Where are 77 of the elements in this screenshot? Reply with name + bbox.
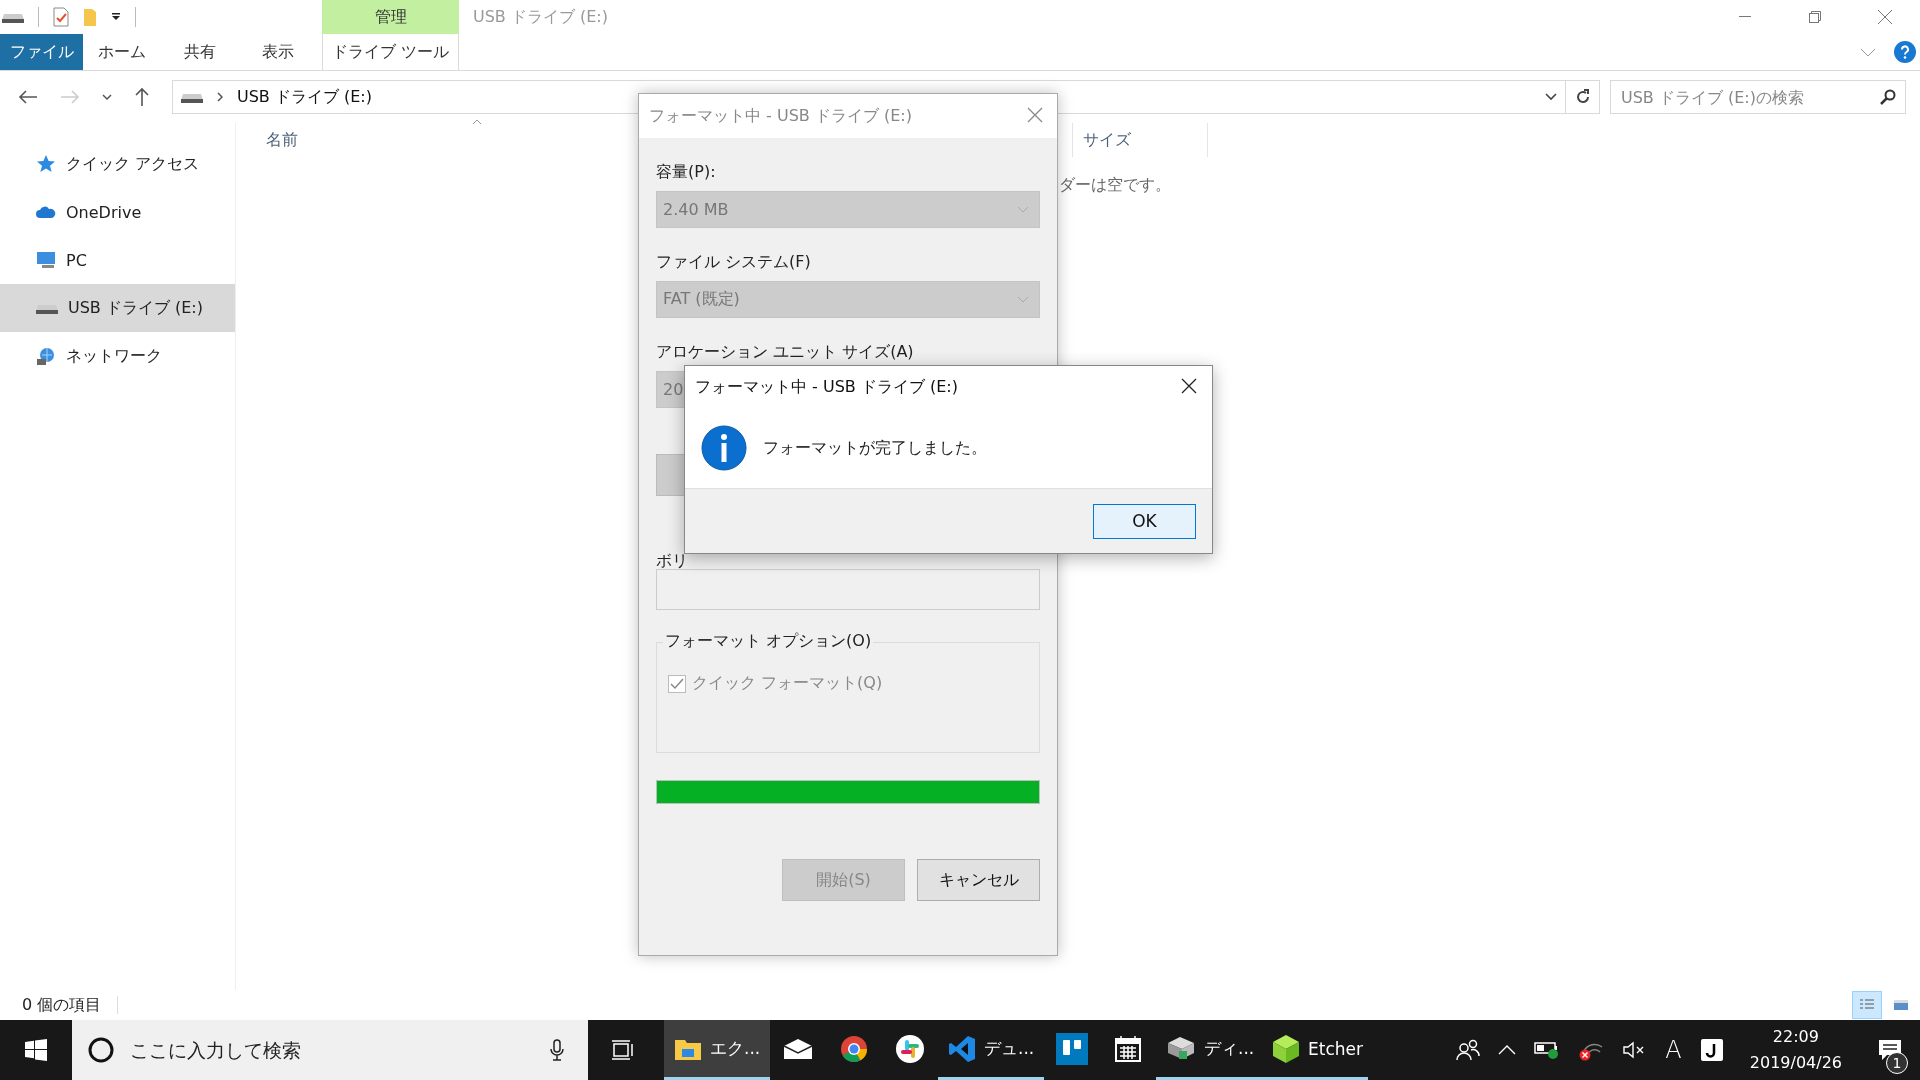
search-icon[interactable] — [1880, 89, 1896, 105]
taskbar-app-button[interactable]: ディ... — [1156, 1020, 1262, 1080]
clock-time: 22:09 — [1772, 1026, 1819, 1048]
nav-item[interactable]: ネットワーク — [0, 332, 235, 380]
dialog-button[interactable]: キャンセル — [917, 859, 1040, 901]
star-icon — [36, 154, 56, 174]
tiles-icon[interactable] — [1893, 998, 1909, 1012]
caret-icon[interactable] — [1545, 93, 1557, 101]
breadcrumb-item[interactable]: USB ドライブ (E:) — [237, 86, 372, 108]
field-label: 容量(P): — [656, 162, 717, 183]
start-icon[interactable] — [25, 1039, 47, 1061]
info-icon — [701, 425, 747, 471]
ok-button[interactable]: OK — [1093, 503, 1196, 539]
cube-icon — [1272, 1033, 1300, 1064]
back-arrow-icon[interactable] — [18, 89, 38, 105]
nav-item[interactable]: クイック アクセス — [0, 140, 235, 188]
file-tab[interactable]: ファイル — [0, 34, 83, 70]
checklist-icon[interactable] — [53, 7, 69, 27]
window-title: USB ドライブ (E:) — [473, 6, 608, 28]
restore-icon[interactable] — [1809, 11, 1821, 23]
chevron-up-icon[interactable] — [1498, 1045, 1517, 1055]
minimize-icon[interactable] — [1739, 16, 1751, 18]
envelope-icon — [783, 1037, 813, 1060]
column-header[interactable]: サイズ — [1073, 123, 1208, 157]
clock-date: 2019/04/26 — [1749, 1052, 1842, 1074]
dropdown-icon[interactable] — [111, 12, 121, 22]
code-editor-icon — [948, 1034, 976, 1063]
ribbon-tab[interactable]: ドライブ ツール — [322, 34, 459, 70]
clock[interactable]: 22:09 2019/04/26 — [1749, 1024, 1842, 1076]
taskbar-app-button[interactable]: Etcher — [1262, 1020, 1368, 1080]
taskbar-app-button[interactable]: デュ... — [938, 1020, 1044, 1080]
taskbar-search-field[interactable]: ここに入力して検索 — [72, 1020, 588, 1080]
message-text: フォーマットが完了しました。 — [763, 437, 987, 459]
chevron-down-icon[interactable] — [1860, 47, 1876, 57]
browser-icon — [840, 1034, 868, 1063]
nav-item[interactable]: OneDrive — [0, 188, 235, 236]
task-view-icon[interactable] — [611, 1040, 635, 1060]
field-label: ボリ — [656, 553, 689, 569]
chevron-right-icon[interactable] — [217, 92, 223, 102]
battery-icon[interactable] — [1534, 1040, 1561, 1060]
group-legend: フォーマット オプション(O) — [663, 631, 874, 652]
taskbar-app-button[interactable]: エク... — [664, 1020, 770, 1080]
nav-item[interactable]: USB ドライブ (E:) — [0, 284, 235, 332]
checkmark-icon — [670, 677, 684, 690]
field-label: アロケーション ユニット サイズ(A) — [656, 342, 915, 363]
ribbon-tab[interactable]: ホーム — [83, 34, 161, 70]
ime-indicator[interactable]: A — [1665, 1036, 1682, 1064]
microphone-icon[interactable] — [550, 1039, 564, 1061]
close-icon[interactable] — [1181, 377, 1197, 394]
cloud-icon — [36, 205, 56, 219]
help-icon[interactable] — [1894, 41, 1916, 63]
drive-icon[interactable] — [2, 11, 24, 23]
hash-logo-icon — [896, 1034, 924, 1063]
field-label: ファイル システム(F) — [656, 252, 812, 273]
people-icon[interactable] — [1456, 1039, 1481, 1061]
ribbon-tab[interactable]: 表示 — [239, 34, 317, 70]
app-tray-icon[interactable] — [1700, 1039, 1723, 1061]
refresh-icon[interactable] — [1574, 89, 1591, 105]
refresh-button[interactable] — [1566, 80, 1600, 114]
item-count: 0 個の項目 — [22, 994, 102, 1016]
up-arrow-icon[interactable] — [134, 87, 150, 107]
context-tab-label: 管理 — [322, 0, 459, 34]
calendar-icon — [1114, 1034, 1142, 1063]
drive-icon — [36, 302, 58, 314]
ring-icon — [88, 1037, 114, 1063]
empty-folder-message: ダーは空です。 — [1058, 175, 1172, 196]
drive-icon — [181, 91, 203, 103]
network-icon — [36, 346, 56, 366]
caret-icon[interactable] — [102, 94, 112, 100]
search-field[interactable]: USB ドライブ (E:)の検索 — [1610, 80, 1906, 114]
sort-caret-icon[interactable] — [472, 119, 482, 125]
nav-item[interactable]: PC — [0, 236, 235, 284]
board-icon — [1056, 1032, 1088, 1065]
monitor-icon — [36, 251, 56, 269]
notification-count-badge: 1 — [1886, 1052, 1908, 1074]
ribbon-tab[interactable]: 共有 — [161, 34, 239, 70]
dialog-title: フォーマット中 - USB ドライブ (E:) — [695, 376, 959, 398]
